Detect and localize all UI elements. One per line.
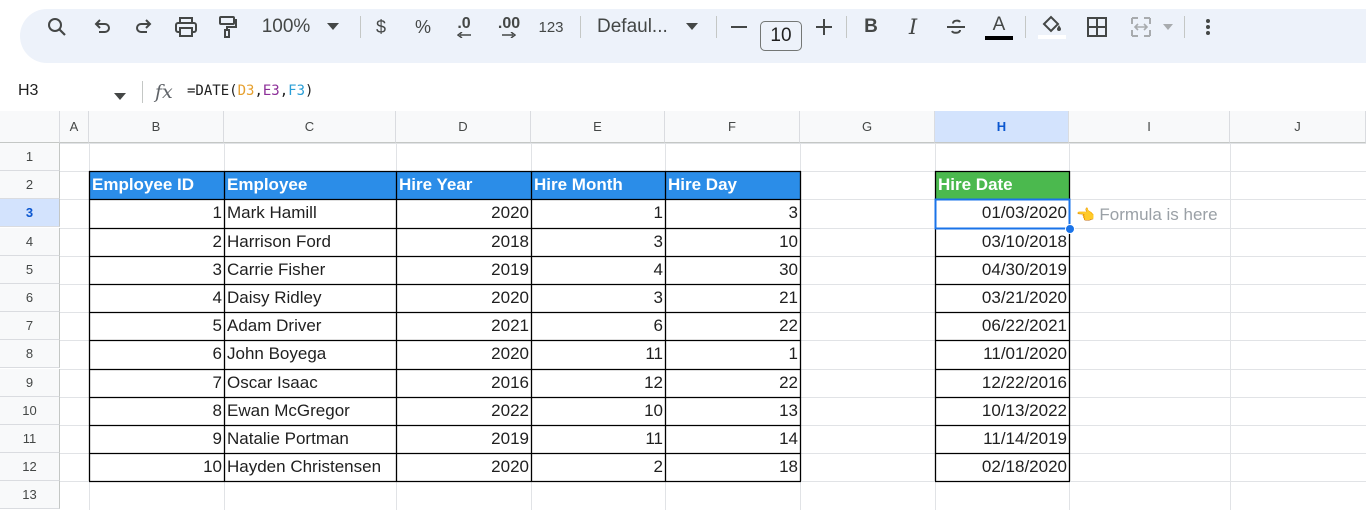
row-header-12[interactable]: 12 [0,453,60,481]
table-cell[interactable]: 2020 [396,199,532,228]
table-cell[interactable]: Natalie Portman [224,425,397,454]
column-header-i[interactable]: I [1069,111,1230,143]
hire-date-cell[interactable]: 10/13/2022 [935,397,1070,426]
row-header-3[interactable]: 3 [0,199,60,227]
table-cell[interactable]: 30 [665,256,801,285]
table-cell[interactable]: 2016 [396,369,532,398]
row-header-6[interactable]: 6 [0,284,60,312]
table-cell[interactable]: 2020 [396,453,532,482]
row-header-1[interactable]: 1 [0,143,60,171]
hire-date-cell[interactable]: 03/10/2018 [935,228,1070,257]
table-cell[interactable]: 2 [89,228,225,257]
hire-date-cell[interactable]: 12/22/2016 [935,369,1070,398]
table-header-cell[interactable]: Employee ID [89,171,225,200]
column-header-a[interactable]: A [60,111,89,143]
table-cell[interactable]: 1 [89,199,225,228]
table-cell[interactable]: Ewan McGregor [224,397,397,426]
table-cell[interactable]: 6 [531,312,666,341]
table-cell[interactable]: 10 [531,397,666,426]
column-header-j[interactable]: J [1230,111,1366,143]
table-cell[interactable]: 11 [531,425,666,454]
table-cell[interactable]: 10 [665,228,801,257]
select-all-corner[interactable] [0,111,60,143]
row-header-10[interactable]: 10 [0,397,60,425]
hire-date-cell[interactable]: 11/14/2019 [935,425,1070,454]
hire-date-cell[interactable]: 02/18/2020 [935,453,1070,482]
column-header-g[interactable]: G [800,111,935,143]
table-cell[interactable]: 5 [89,312,225,341]
row-header-5[interactable]: 5 [0,256,60,284]
column-header-c[interactable]: C [224,111,396,143]
table-cell[interactable]: Carrie Fisher [224,256,397,285]
row-header-7[interactable]: 7 [0,312,60,340]
table-cell[interactable]: 7 [89,369,225,398]
table-cell[interactable]: 2019 [396,256,532,285]
table-cell[interactable]: 4 [531,256,666,285]
table-cell[interactable]: Adam Driver [224,312,397,341]
table-cell[interactable]: John Boyega [224,340,397,369]
row-header-8[interactable]: 8 [0,340,60,368]
table-cell[interactable]: 1 [531,199,666,228]
column-header-f[interactable]: F [665,111,800,143]
table-header-cell[interactable]: Hire Month [531,171,666,200]
table-cell[interactable]: 12 [531,369,666,398]
table-cell[interactable]: 11 [531,340,666,369]
table-cell[interactable]: 4 [89,284,225,313]
column-header-h[interactable]: H [935,111,1069,143]
table-cell[interactable]: 2 [531,453,666,482]
hire-date-cell[interactable]: 03/21/2020 [935,284,1070,313]
table-cell[interactable]: Mark Hamill [224,199,397,228]
column-header-d[interactable]: D [396,111,531,143]
table-cell[interactable]: 3 [665,199,801,228]
hire-date-cell[interactable]: 01/03/2020 [935,199,1070,228]
table-cell[interactable]: Oscar Isaac [224,369,397,398]
table-cell[interactable]: 8 [89,397,225,426]
table-header-cell[interactable]: Hire Day [665,171,801,200]
row-header-13[interactable]: 13 [0,481,60,509]
table-cell[interactable]: 3 [89,256,225,285]
table-cell[interactable]: 9 [89,425,225,454]
table-cell[interactable]: 2020 [396,340,532,369]
table-cell[interactable]: 2021 [396,312,532,341]
pointing-hand-icon: 👈 [1076,207,1095,224]
table-cell[interactable]: 2018 [396,228,532,257]
table-cell[interactable]: 22 [665,312,801,341]
row-header-9[interactable]: 9 [0,369,60,397]
column-header-e[interactable]: E [531,111,665,143]
table-cell[interactable]: Hayden Christensen [224,453,397,482]
table-cell[interactable]: 1 [665,340,801,369]
table-cell[interactable]: 21 [665,284,801,313]
note-text: Formula is here [1099,205,1218,224]
row-header-11[interactable]: 11 [0,425,60,453]
row-header-4[interactable]: 4 [0,228,60,256]
table-cell[interactable]: 3 [531,284,666,313]
hire-date-cell[interactable]: 04/30/2019 [935,256,1070,285]
table-cell[interactable]: 3 [531,228,666,257]
row-header-2[interactable]: 2 [0,171,60,199]
table-cell[interactable]: 2019 [396,425,532,454]
table-cell[interactable]: 18 [665,453,801,482]
hire-date-cell[interactable]: 11/01/2020 [935,340,1070,369]
table-cell[interactable]: 13 [665,397,801,426]
formula-note: 👈 Formula is here [1076,201,1218,229]
table-cell[interactable]: 6 [89,340,225,369]
table-cell[interactable]: 10 [89,453,225,482]
table-cell[interactable]: 22 [665,369,801,398]
table-header-cell[interactable]: Hire Year [396,171,532,200]
hire-date-cell[interactable]: 06/22/2021 [935,312,1070,341]
table-cell[interactable]: Daisy Ridley [224,284,397,313]
table-cell[interactable]: 2020 [396,284,532,313]
column-header-b[interactable]: B [89,111,224,143]
table-header-cell[interactable]: Employee [224,171,397,200]
table-cell[interactable]: 14 [665,425,801,454]
table-cell[interactable]: 2022 [396,397,532,426]
hire-date-header[interactable]: Hire Date [935,171,1070,200]
table-cell[interactable]: Harrison Ford [224,228,397,257]
